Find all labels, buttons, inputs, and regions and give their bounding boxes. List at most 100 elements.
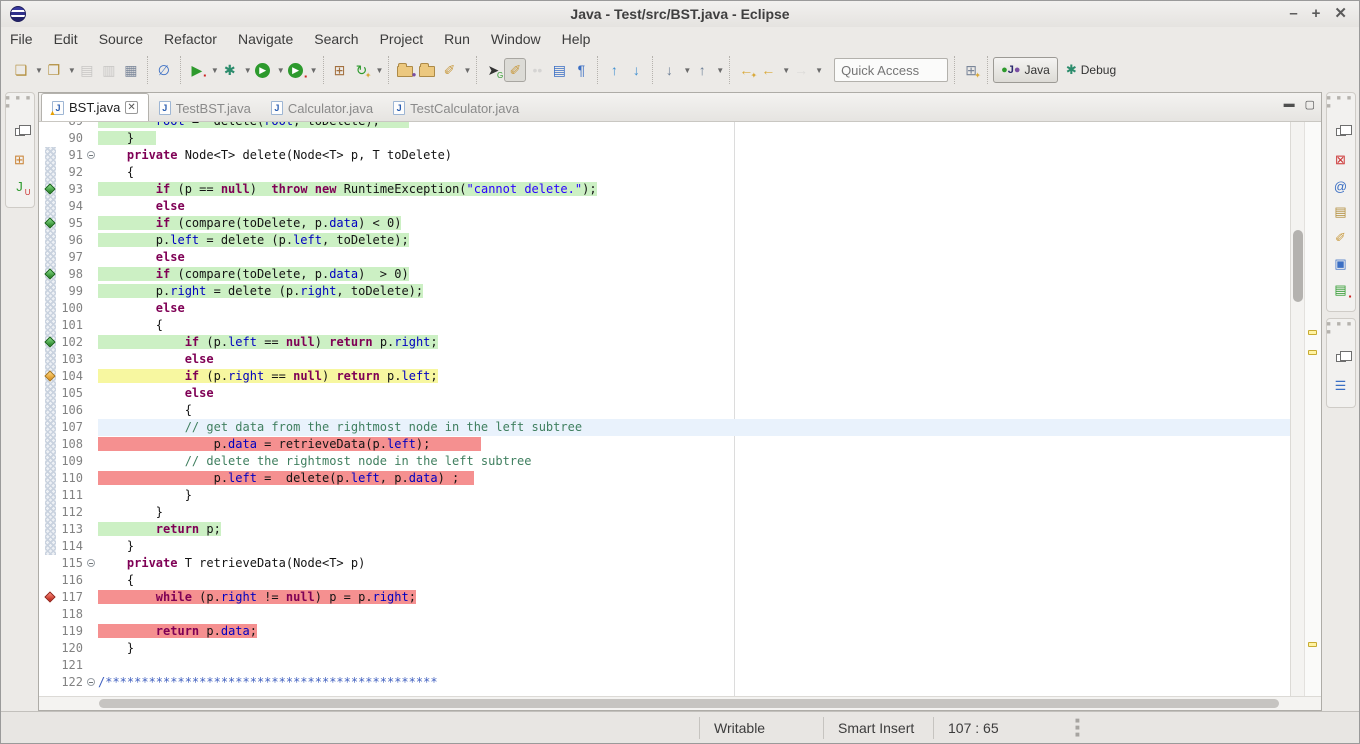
code-line-117[interactable]: 117 while (p.right != null) p = p.right; <box>39 589 1290 606</box>
menu-search[interactable]: Search <box>314 31 358 47</box>
fold-ruler[interactable] <box>86 198 98 215</box>
restore-views-button[interactable] <box>1330 345 1352 367</box>
code-line-98[interactable]: 98 if (compare(toDelete, p.data) > 0) <box>39 266 1290 283</box>
menu-refactor[interactable]: Refactor <box>164 31 217 47</box>
coverage-view-button[interactable]: ▤▪ <box>1330 279 1352 301</box>
show-occurrences-button[interactable]: ➤G <box>482 58 504 82</box>
fold-ruler[interactable] <box>86 300 98 317</box>
vertical-scrollbar[interactable] <box>1290 122 1304 696</box>
code-line-119[interactable]: 119 return p.data; <box>39 623 1290 640</box>
console-view-button[interactable]: ▣ <box>1330 253 1352 275</box>
fold-ruler[interactable] <box>86 657 98 674</box>
annotation-ruler[interactable] <box>45 368 56 385</box>
fold-collapse-icon[interactable] <box>87 151 95 159</box>
new-java-project-button[interactable]: ⊞ <box>329 58 351 82</box>
annotation-ruler[interactable] <box>45 589 56 606</box>
code-line-96[interactable]: 96 p.left = delete (p.left, toDelete); <box>39 232 1290 249</box>
editor-viewport[interactable]: 89 root = delete(root, toDelete); 90 } 9… <box>39 122 1321 696</box>
annotation-ruler[interactable] <box>45 351 56 368</box>
previous-annotation-dropdown[interactable]: ▼ <box>716 66 724 75</box>
fold-ruler[interactable] <box>86 130 98 147</box>
navigate-down-button[interactable]: ↓ <box>625 58 647 82</box>
code-line-111[interactable]: 111 } <box>39 487 1290 504</box>
code-line-114[interactable]: 114 } <box>39 538 1290 555</box>
annotation-ruler[interactable] <box>45 198 56 215</box>
run-dropdown[interactable]: ▼ <box>277 66 285 75</box>
fold-ruler[interactable] <box>86 147 98 164</box>
fold-ruler[interactable] <box>86 555 98 572</box>
search-button[interactable]: ✐ <box>438 58 460 82</box>
annotation-ruler[interactable] <box>45 504 56 521</box>
horizontal-scrollbar-thumb[interactable] <box>99 699 1279 708</box>
annotation-ruler[interactable] <box>45 606 56 623</box>
trim-handle[interactable]: ■ ■ ■ ■ <box>1327 319 1355 341</box>
coverage-button[interactable]: ▶▪ <box>186 58 208 82</box>
new-java-element-dropdown[interactable]: ▼ <box>68 66 76 75</box>
annotation-ruler[interactable] <box>45 164 56 181</box>
menu-edit[interactable]: Edit <box>54 31 78 47</box>
fold-ruler[interactable] <box>86 419 98 436</box>
annotation-ruler[interactable] <box>45 419 56 436</box>
fold-ruler[interactable] <box>86 674 98 691</box>
annotation-ruler[interactable] <box>45 334 56 351</box>
overview-warning-mark[interactable] <box>1308 350 1317 355</box>
code-line-102[interactable]: 102 if (p.left == null) return p.right; <box>39 334 1290 351</box>
skip-all-breakpoints-button[interactable]: ∅ <box>153 58 175 82</box>
annotation-ruler[interactable] <box>45 232 56 249</box>
annotation-ruler[interactable] <box>45 130 56 147</box>
menu-window[interactable]: Window <box>491 31 541 47</box>
navigate-up-button[interactable]: ↑ <box>603 58 625 82</box>
tab-calculator-java[interactable]: JCalculator.java <box>261 95 383 121</box>
fold-ruler[interactable] <box>86 283 98 300</box>
refresh-goal-dropdown[interactable]: ▼ <box>376 66 384 75</box>
code-line-120[interactable]: 120 } <box>39 640 1290 657</box>
fold-ruler[interactable] <box>86 572 98 589</box>
refresh-goal-button[interactable]: ↻✦ <box>351 58 373 82</box>
back-button[interactable]: ← <box>757 58 779 82</box>
run-button[interactable]: ▶ <box>252 58 274 82</box>
annotation-ruler[interactable] <box>45 122 56 130</box>
annotation-ruler[interactable] <box>45 385 56 402</box>
menu-file[interactable]: File <box>10 31 33 47</box>
perspective-debug-button[interactable]: ✱Debug <box>1058 57 1124 83</box>
annotation-ruler[interactable] <box>45 623 56 640</box>
code-line-91[interactable]: 91 private Node<T> delete(Node<T> p, T t… <box>39 147 1290 164</box>
tab-bst-java[interactable]: J▲BST.java✕ <box>41 93 149 121</box>
perspective-java-button[interactable]: ●J●Java <box>993 57 1058 83</box>
fold-ruler[interactable] <box>86 164 98 181</box>
show-whitespace-button[interactable]: ¶ <box>570 58 592 82</box>
run-external-dropdown[interactable]: ▼ <box>310 66 318 75</box>
tab-testcalculator-java[interactable]: JTestCalculator.java <box>383 95 529 121</box>
annotation-ruler[interactable] <box>45 453 56 470</box>
menu-run[interactable]: Run <box>444 31 470 47</box>
last-edit-location-button[interactable]: ←✦ <box>735 58 757 82</box>
tab-testbst-java[interactable]: JTestBST.java <box>149 95 261 121</box>
code-rows-area[interactable]: 89 root = delete(root, toDelete); 90 } 9… <box>39 122 1290 696</box>
code-line-105[interactable]: 105 else <box>39 385 1290 402</box>
fold-ruler[interactable] <box>86 521 98 538</box>
annotation-ruler[interactable] <box>45 538 56 555</box>
horizontal-scrollbar[interactable] <box>39 696 1321 710</box>
code-line-101[interactable]: 101 { <box>39 317 1290 334</box>
code-line-89[interactable]: 89 root = delete(root, toDelete); <box>39 122 1290 130</box>
menu-navigate[interactable]: Navigate <box>238 31 293 47</box>
code-line-113[interactable]: 113 return p; <box>39 521 1290 538</box>
code-line-92[interactable]: 92 { <box>39 164 1290 181</box>
annotation-ruler[interactable] <box>45 436 56 453</box>
new-wizard-dropdown[interactable]: ▼ <box>35 66 43 75</box>
menu-project[interactable]: Project <box>380 31 424 47</box>
annotation-ruler[interactable] <box>45 181 56 198</box>
javadoc-view-button[interactable]: @ <box>1330 175 1352 197</box>
minimize-button[interactable]: – <box>1289 1 1297 27</box>
trim-handle[interactable]: ■ ■ ■ ■ <box>1327 93 1355 115</box>
fold-ruler[interactable] <box>86 334 98 351</box>
fold-collapse-icon[interactable] <box>87 559 95 567</box>
back-dropdown[interactable]: ▼ <box>782 66 790 75</box>
fold-ruler[interactable] <box>86 215 98 232</box>
annotation-ruler[interactable] <box>45 249 56 266</box>
run-external-button[interactable]: ▶▪ <box>285 58 307 82</box>
statusbar-grip[interactable]: ■■■ <box>1075 717 1080 738</box>
debug-button[interactable]: ✱ <box>219 58 241 82</box>
overview-ruler[interactable] <box>1304 122 1321 696</box>
maximize-view-button[interactable]: ▢ <box>1305 98 1315 111</box>
